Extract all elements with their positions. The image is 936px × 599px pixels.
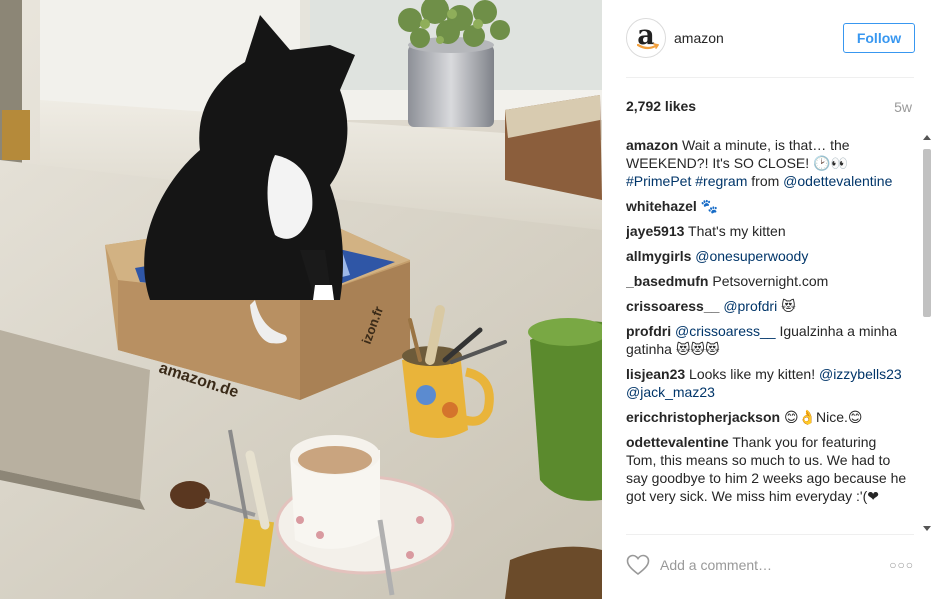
- mention-link[interactable]: @onesuperwoody: [695, 248, 808, 264]
- comment-text: from: [747, 173, 784, 189]
- heart-outline-icon[interactable]: [626, 554, 650, 576]
- comment-text: Petsovernight.com: [708, 273, 829, 289]
- cat-in-box-photo: amazon.de izon.fr: [0, 0, 602, 599]
- hashtag-link[interactable]: #regram: [695, 173, 747, 189]
- comment-username[interactable]: ericchristopherjackson: [626, 409, 780, 425]
- comment-item: allmygirls @onesuperwoody: [626, 247, 910, 265]
- comment-item: odettevalentine Thank you for featuring …: [626, 433, 910, 505]
- amazon-smile-icon: [637, 43, 659, 50]
- comment-text: 😊👌Nice.😊: [780, 409, 863, 425]
- comment-text: 😻: [777, 298, 796, 314]
- comment-username[interactable]: amazon: [626, 137, 678, 153]
- post-header: a amazon Follow: [626, 18, 915, 58]
- add-comment-input[interactable]: Add a comment…: [660, 557, 772, 573]
- comment-item: lisjean23 Looks like my kitten! @izzybel…: [626, 365, 910, 401]
- comment-text: Looks like my kitten!: [685, 366, 819, 382]
- header-divider: [626, 77, 914, 78]
- comment-username[interactable]: whitehazel: [626, 198, 697, 214]
- mention-link[interactable]: @profdri: [723, 298, 777, 314]
- comment-text: 🐾: [696, 198, 719, 214]
- comment-username[interactable]: crissoaress__: [626, 298, 719, 314]
- likes-count[interactable]: 2,792 likes: [626, 98, 696, 114]
- comment-item: profdri @crissoaress__ Igualzinha a minh…: [626, 322, 910, 358]
- username-link[interactable]: amazon: [674, 30, 724, 46]
- comment-text: That's my kitten: [684, 223, 786, 239]
- more-options-icon[interactable]: ○○○: [889, 558, 914, 572]
- post-side-panel: a amazon Follow 2,792 likes 5w amazon Wa…: [602, 0, 936, 599]
- comment-username[interactable]: odettevalentine: [626, 434, 729, 450]
- comment-username[interactable]: jaye5913: [626, 223, 684, 239]
- hashtag-link[interactable]: #PrimePet: [626, 173, 691, 189]
- mention-link[interactable]: @crissoaress__: [675, 323, 776, 339]
- comment-username[interactable]: _basedmufn: [626, 273, 708, 289]
- comment-item: whitehazel 🐾: [626, 197, 910, 215]
- footer-divider: [626, 534, 914, 535]
- scroll-down-arrow-icon[interactable]: [923, 526, 931, 531]
- comments-list: amazon Wait a minute, is that… the WEEKE…: [626, 136, 910, 531]
- follow-button[interactable]: Follow: [843, 23, 915, 53]
- avatar[interactable]: a: [626, 18, 666, 58]
- comment-item: crissoaress__ @profdri 😻: [626, 297, 910, 315]
- comments-scrollbar[interactable]: [920, 133, 934, 533]
- comment-username[interactable]: allmygirls: [626, 248, 691, 264]
- scrollbar-thumb[interactable]: [923, 149, 931, 317]
- comment-item: ericchristopherjackson 😊👌Nice.😊: [626, 408, 910, 426]
- scroll-up-arrow-icon[interactable]: [923, 135, 931, 140]
- post-age[interactable]: 5w: [894, 99, 912, 115]
- post-photo[interactable]: amazon.de izon.fr: [0, 0, 602, 599]
- comment-item: amazon Wait a minute, is that… the WEEKE…: [626, 136, 910, 190]
- comment-item: _basedmufn Petsovernight.com: [626, 272, 910, 290]
- comment-username[interactable]: profdri: [626, 323, 671, 339]
- comment-item: jaye5913 That's my kitten: [626, 222, 910, 240]
- mention-link[interactable]: @jack_maz23: [626, 384, 715, 400]
- mention-link[interactable]: @izzybells23: [819, 366, 902, 382]
- mention-link[interactable]: @odettevalentine: [783, 173, 892, 189]
- comment-footer: Add a comment… ○○○: [626, 548, 914, 584]
- comment-username[interactable]: lisjean23: [626, 366, 685, 382]
